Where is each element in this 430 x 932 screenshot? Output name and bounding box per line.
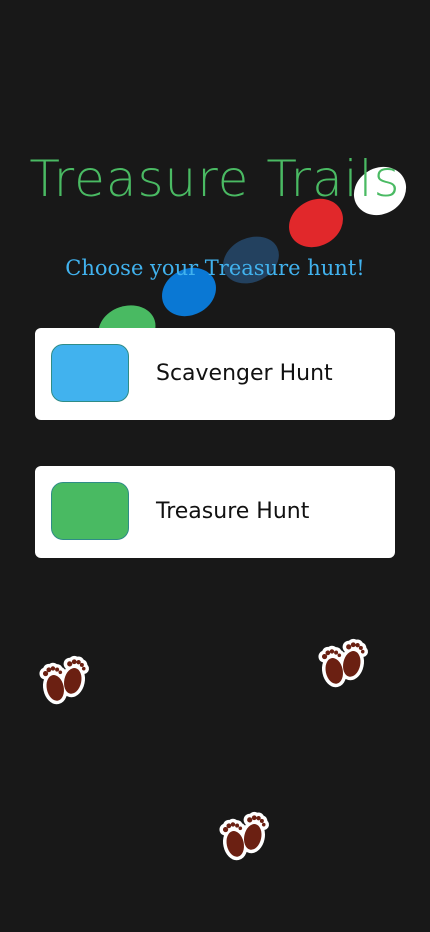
home-screen: Treasure Trails Choose your Treasure hun… — [0, 0, 430, 932]
scavenger-hunt-color-swatch — [51, 344, 129, 402]
footprints-icon — [219, 811, 270, 861]
footprints-icon — [39, 655, 90, 705]
treasure-hunt-card[interactable]: Treasure Hunt — [35, 466, 395, 558]
footprints-icon — [318, 638, 369, 688]
scavenger-hunt-label: Scavenger Hunt — [156, 361, 333, 386]
treasure-hunt-color-swatch — [51, 482, 129, 540]
app-title: Treasure Trails — [29, 150, 401, 208]
page-subtitle: Choose your Treasure hunt! — [65, 256, 365, 280]
scavenger-hunt-card[interactable]: Scavenger Hunt — [35, 328, 395, 420]
treasure-hunt-label: Treasure Hunt — [156, 499, 310, 524]
